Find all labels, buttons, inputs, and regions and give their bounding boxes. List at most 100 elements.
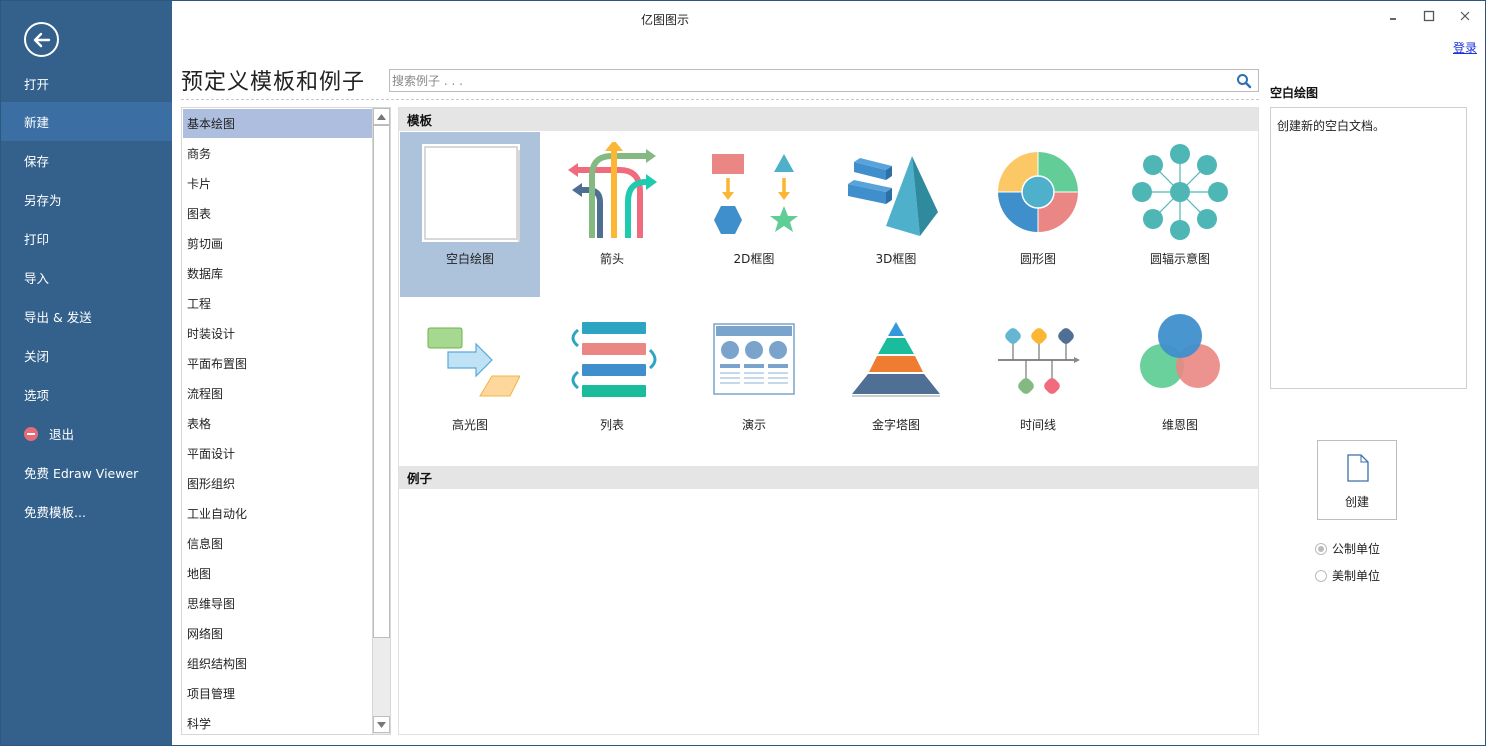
template-arrows[interactable]: 箭头 (542, 132, 682, 297)
template-2d-block[interactable]: 2D框图 (684, 132, 824, 297)
search-box (389, 69, 1259, 92)
category-item[interactable]: 表格 (183, 409, 372, 438)
category-item[interactable]: 科学 (183, 709, 372, 734)
us-units-radio[interactable]: 美制单位 (1315, 567, 1380, 584)
category-item[interactable]: 卡片 (183, 169, 372, 198)
category-item[interactable]: 网络图 (183, 619, 372, 648)
page-title: 预定义模板和例子 (181, 70, 366, 95)
template-circular[interactable]: 圆形图 (968, 132, 1108, 297)
template-label: 空白绘图 (445, 252, 494, 266)
list-icon (571, 322, 657, 397)
sidebar-item-save[interactable]: 保存 (1, 141, 172, 180)
sidebar-item-open[interactable]: 打开 (1, 64, 172, 103)
category-item[interactable]: 地图 (183, 559, 372, 588)
sidebar-item-new[interactable]: 新建 (1, 102, 172, 141)
template-label: 维恩图 (1161, 418, 1198, 432)
login-link[interactable]: 登录 (1453, 39, 1477, 56)
preview-title: 空白绘图 (1270, 86, 1319, 100)
category-label: 信息图 (187, 537, 224, 551)
template-venn[interactable]: 维恩图 (1110, 298, 1250, 463)
3d-block-icon (848, 156, 938, 236)
back-button[interactable] (24, 22, 59, 57)
triangle-down-icon (377, 721, 386, 728)
category-label: 地图 (187, 567, 212, 581)
template-label: 箭头 (599, 252, 624, 266)
radio-checked-icon (1315, 542, 1327, 555)
category-label: 项目管理 (187, 687, 236, 701)
search-icon[interactable] (1236, 73, 1252, 89)
template-radial[interactable]: 圆辐示意图 (1110, 132, 1250, 297)
category-item[interactable]: 数据库 (183, 259, 372, 288)
triangle-up-icon (377, 113, 386, 120)
category-item[interactable]: 剪切画 (183, 229, 372, 258)
circular-chart-icon (998, 152, 1078, 232)
category-label: 商务 (187, 147, 212, 161)
template-label: 3D框图 (875, 252, 917, 266)
category-item[interactable]: 商务 (183, 139, 372, 168)
radial-diagram-icon (1132, 144, 1228, 240)
close-button[interactable] (1454, 7, 1476, 25)
minimize-button[interactable] (1383, 7, 1405, 25)
category-item[interactable]: 组织结构图 (183, 649, 372, 678)
category-label: 表格 (187, 417, 212, 431)
category-item[interactable]: 思维导图 (183, 589, 372, 618)
template-label: 时间线 (1019, 418, 1056, 432)
maximize-button[interactable] (1418, 7, 1440, 25)
template-label: 高光图 (451, 418, 488, 432)
maximize-icon (1423, 10, 1435, 22)
template-timeline[interactable]: 时间线 (968, 298, 1108, 463)
arrows-icon (568, 142, 657, 238)
sidebar-item-close[interactable]: 关闭 (1, 336, 172, 375)
category-item[interactable]: 工业自动化 (183, 499, 372, 528)
category-label: 网络图 (187, 627, 224, 641)
sidebar-item-free-templates[interactable]: 免费模板... (1, 492, 172, 531)
template-label: 演示 (741, 418, 766, 432)
sidebar-item-exit[interactable]: 退出 (1, 414, 172, 453)
category-item[interactable]: 项目管理 (183, 679, 372, 708)
template-presentation[interactable]: 演示 (684, 298, 824, 463)
radio-unchecked-icon (1315, 569, 1327, 582)
exit-icon (24, 426, 38, 441)
sidebar-item-print[interactable]: 打印 (1, 219, 172, 258)
template-pyramid[interactable]: 金字塔图 (826, 298, 966, 463)
examples-header: 例子 (399, 466, 1258, 489)
header-divider (181, 99, 1259, 100)
category-item[interactable]: 信息图 (183, 529, 372, 558)
minimize-icon (1390, 18, 1396, 20)
template-3d-block[interactable]: 3D框图 (826, 132, 966, 297)
category-label: 卡片 (187, 177, 212, 191)
category-label: 流程图 (187, 387, 224, 401)
category-item[interactable]: 时装设计 (183, 319, 372, 348)
pyramid-icon (852, 322, 940, 397)
create-button[interactable]: 创建 (1317, 440, 1397, 520)
category-item[interactable]: 基本绘图 (183, 109, 372, 138)
close-icon (1460, 11, 1470, 21)
category-label: 图形组织 (187, 477, 236, 491)
scroll-down-button[interactable] (373, 716, 390, 733)
category-item[interactable]: 平面布置图 (183, 349, 372, 378)
create-label: 创建 (1344, 495, 1369, 509)
search-input[interactable] (390, 70, 1220, 91)
metric-units-radio[interactable]: 公制单位 (1315, 540, 1380, 557)
sidebar-item-save-as[interactable]: 另存为 (1, 180, 172, 219)
template-label: 圆形图 (1019, 252, 1056, 266)
timeline-icon (998, 328, 1080, 394)
sidebar-item-edraw-viewer[interactable]: 免费 Edraw Viewer (1, 453, 172, 492)
venn-icon (1140, 314, 1220, 388)
category-scrollbar[interactable] (372, 108, 390, 734)
template-label: 金字塔图 (871, 418, 920, 432)
category-item[interactable]: 工程 (183, 289, 372, 318)
category-label: 平面布置图 (187, 357, 248, 371)
template-blank[interactable]: 空白绘图 (400, 132, 540, 297)
category-item[interactable]: 图表 (183, 199, 372, 228)
scroll-thumb[interactable] (373, 125, 390, 638)
scroll-up-button[interactable] (373, 108, 390, 125)
category-item[interactable]: 流程图 (183, 379, 372, 408)
template-highlight[interactable]: 高光图 (400, 298, 540, 463)
category-item[interactable]: 图形组织 (183, 469, 372, 498)
sidebar-item-options[interactable]: 选项 (1, 375, 172, 414)
template-list[interactable]: 列表 (542, 298, 682, 463)
sidebar-item-export-send[interactable]: 导出 & 发送 (1, 297, 172, 336)
sidebar-item-import[interactable]: 导入 (1, 258, 172, 297)
category-item[interactable]: 平面设计 (183, 439, 372, 468)
